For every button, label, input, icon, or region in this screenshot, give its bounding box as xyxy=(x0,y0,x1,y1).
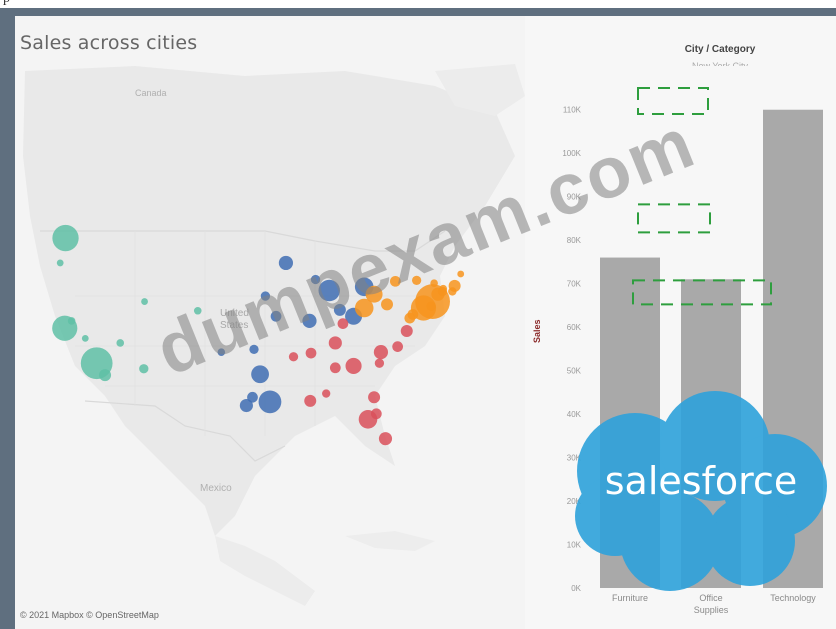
salesforce-logo: salesforce xyxy=(575,391,827,591)
dashboard-panel: Canada United States Mexico Sales across … xyxy=(15,16,836,629)
top-fragment-text: p xyxy=(3,0,10,7)
salesforce-logo-text: salesforce xyxy=(605,459,798,503)
page-top-strip: p xyxy=(0,0,836,8)
